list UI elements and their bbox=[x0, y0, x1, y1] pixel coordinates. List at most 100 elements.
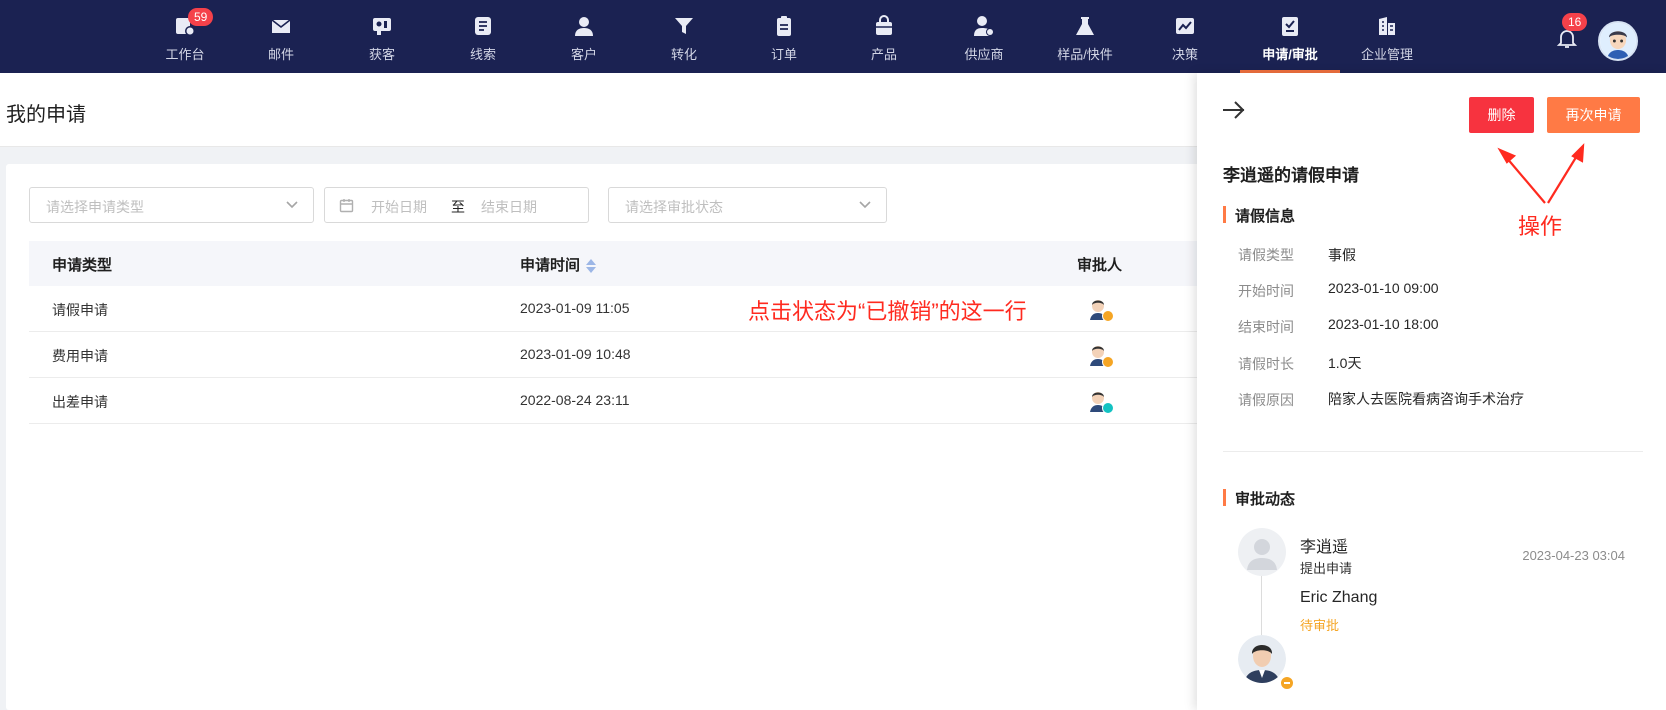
table-header: 申请类型 申请时间 审批人 bbox=[29, 241, 1209, 286]
column-header-approver: 审批人 bbox=[1077, 257, 1123, 274]
field-value: 2023-01-10 18:00 bbox=[1328, 316, 1439, 332]
timeline-action: 待审批 bbox=[1300, 618, 1340, 633]
timeline-action: 提出申请 bbox=[1300, 561, 1353, 576]
approval-status-placeholder: 请选择审批状态 bbox=[625, 199, 723, 215]
column-header-time[interactable]: 申请时间 bbox=[520, 254, 597, 275]
field-label: 开始时间 bbox=[1238, 283, 1294, 299]
order-icon bbox=[773, 15, 795, 37]
column-header-time-label: 申请时间 bbox=[520, 257, 581, 274]
timeline-name: Eric Zhang bbox=[1300, 589, 1378, 606]
nav-item-supplier[interactable]: 供应商 bbox=[939, 0, 1029, 73]
approval-status-select[interactable]: 请选择审批状态 bbox=[608, 187, 887, 223]
nav-label: 决策 bbox=[1171, 47, 1198, 62]
status-pending-icon bbox=[1102, 310, 1114, 322]
application-type-placeholder: 请选择申请类型 bbox=[46, 199, 144, 215]
table-row[interactable]: 请假申请 2023-01-09 11:05 bbox=[29, 286, 1209, 332]
start-date-input[interactable]: 开始日期 bbox=[371, 197, 427, 217]
timeline-name: 李逍遥 bbox=[1300, 539, 1349, 556]
approval-icon bbox=[1279, 15, 1301, 37]
nav-item-enterprise[interactable]: 企业管理 bbox=[1342, 0, 1432, 73]
nav-item-workbench[interactable]: 59 工作台 bbox=[140, 0, 230, 73]
applications-table: 申请类型 申请时间 审批人 请假申请 2023-01-09 11:05 费用申请… bbox=[29, 241, 1209, 424]
row-time: 2022-08-24 23:11 bbox=[520, 392, 630, 408]
field-value: 陪家人去医院看病咨询手术治疗 bbox=[1328, 391, 1524, 407]
nav-item-customer[interactable]: 客户 bbox=[539, 0, 629, 73]
nav-item-convert[interactable]: 转化 bbox=[639, 0, 729, 73]
user-avatar[interactable] bbox=[1598, 21, 1638, 61]
nav-label: 邮件 bbox=[267, 47, 294, 62]
customer-icon bbox=[573, 15, 595, 37]
application-detail-drawer: 删除 再次申请 操作 李逍遥的请假申请 请假信息 请假类型 事假 开始时间 20… bbox=[1197, 73, 1666, 710]
nav-label: 产品 bbox=[870, 47, 897, 62]
field-value: 事假 bbox=[1328, 247, 1356, 263]
date-separator: 至 bbox=[451, 199, 465, 215]
status-pending-icon bbox=[1102, 356, 1114, 368]
leads-icon bbox=[472, 15, 494, 37]
nav-label: 企业管理 bbox=[1360, 47, 1413, 62]
delete-button[interactable]: 删除 bbox=[1469, 97, 1534, 133]
chevron-down-icon bbox=[858, 197, 872, 211]
row-time: 2023-01-09 11:05 bbox=[520, 300, 630, 316]
nav-label: 工作台 bbox=[165, 47, 205, 62]
page-header: 我的申请 bbox=[0, 73, 1200, 147]
approval-flow-section-title: 审批动态 bbox=[1223, 488, 1295, 509]
product-icon bbox=[873, 15, 895, 37]
drawer-title: 李逍遥的请假申请 bbox=[1223, 166, 1359, 185]
field-label: 结束时间 bbox=[1238, 319, 1294, 335]
timeline-time: 2023-04-23 03:04 bbox=[1522, 548, 1625, 563]
approver-avatar bbox=[1089, 298, 1114, 322]
column-header-type: 申请类型 bbox=[52, 257, 113, 274]
approver-avatar bbox=[1089, 344, 1114, 368]
sort-icon[interactable] bbox=[586, 259, 597, 274]
funnel-icon bbox=[673, 15, 695, 37]
nav-label: 订单 bbox=[770, 47, 797, 62]
chart-icon bbox=[1174, 15, 1196, 37]
top-navigation-bar: 59 工作台 邮件 获客 线索 客户 转化 订单 产品 供应商 样品/快件 决策 bbox=[0, 0, 1666, 73]
nav-label: 申请/审批 bbox=[1262, 47, 1318, 62]
flask-icon bbox=[1074, 15, 1096, 37]
application-type-select[interactable]: 请选择申请类型 bbox=[29, 187, 314, 223]
table-row[interactable]: 费用申请 2023-01-09 10:48 bbox=[29, 332, 1209, 378]
approver-avatar bbox=[1238, 635, 1295, 691]
nav-item-order[interactable]: 订单 bbox=[739, 0, 829, 73]
end-date-input[interactable]: 结束日期 bbox=[481, 197, 537, 217]
nav-item-sample[interactable]: 样品/快件 bbox=[1040, 0, 1130, 73]
row-type: 出差申请 bbox=[52, 394, 108, 410]
building-icon bbox=[1376, 15, 1398, 37]
application-list-panel: 请选择申请类型 开始日期 至 结束日期 请选择审批状态 申请类型 申请时间 审批… bbox=[6, 164, 1209, 710]
field-label: 请假原因 bbox=[1238, 392, 1294, 408]
nav-item-product[interactable]: 产品 bbox=[839, 0, 929, 73]
mail-icon bbox=[270, 15, 292, 37]
row-type: 费用申请 bbox=[52, 348, 108, 364]
field-value: 2023-01-10 09:00 bbox=[1328, 280, 1439, 296]
status-pending-icon bbox=[1279, 675, 1295, 691]
notification-badge: 16 bbox=[1562, 13, 1588, 31]
row-time: 2023-01-09 10:48 bbox=[520, 346, 631, 362]
nav-item-decision[interactable]: 决策 bbox=[1140, 0, 1230, 73]
row-hint-annotation: 点击状态为“已撤销”的这一行 bbox=[748, 299, 1027, 324]
row-type: 请假申请 bbox=[52, 302, 108, 318]
nav-label: 转化 bbox=[670, 47, 697, 62]
nav-label: 获客 bbox=[368, 47, 395, 62]
reapply-button[interactable]: 再次申请 bbox=[1547, 97, 1640, 133]
nav-item-approval[interactable]: 申请/审批 bbox=[1240, 0, 1340, 73]
nav-item-acquire[interactable]: 获客 bbox=[337, 0, 427, 73]
leave-info-section-title: 请假信息 bbox=[1223, 205, 1295, 226]
field-label: 请假类型 bbox=[1238, 247, 1294, 263]
calendar-icon bbox=[339, 198, 354, 213]
applicant-avatar bbox=[1238, 528, 1286, 576]
status-approved-icon bbox=[1102, 402, 1114, 414]
date-range-picker[interactable]: 开始日期 至 结束日期 bbox=[324, 187, 589, 223]
nav-label: 客户 bbox=[570, 47, 597, 62]
workbench-badge: 59 bbox=[188, 8, 214, 26]
avatar-illustration bbox=[1600, 23, 1636, 59]
acquire-icon bbox=[371, 15, 393, 37]
nav-item-leads[interactable]: 线索 bbox=[438, 0, 528, 73]
approver-avatar bbox=[1089, 390, 1114, 414]
table-row[interactable]: 出差申请 2022-08-24 23:11 bbox=[29, 378, 1209, 424]
nav-label: 线索 bbox=[469, 47, 496, 62]
arrow-right-icon[interactable] bbox=[1221, 99, 1247, 121]
section-divider bbox=[1223, 451, 1643, 452]
field-value: 1.0天 bbox=[1328, 355, 1362, 371]
nav-item-mail[interactable]: 邮件 bbox=[236, 0, 326, 73]
